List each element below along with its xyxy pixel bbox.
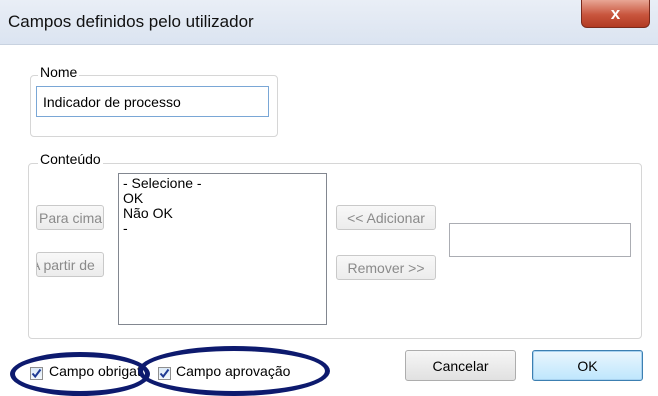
window-title: Campos definidos pelo utilizador xyxy=(8,12,254,31)
list-item[interactable]: - Selecione - xyxy=(123,176,322,191)
close-button[interactable]: x xyxy=(581,0,650,28)
cancel-button[interactable]: Cancelar xyxy=(405,350,516,381)
ok-button[interactable]: OK xyxy=(532,350,643,381)
content-legend: Conteúdo xyxy=(38,151,103,167)
remove-label: Remover >> xyxy=(347,259,425,276)
add-label: << Adicionar xyxy=(347,209,425,226)
cancel-label: Cancelar xyxy=(432,357,489,374)
remove-button[interactable]: Remover >> xyxy=(336,255,436,280)
list-item[interactable]: - xyxy=(123,221,322,236)
close-icon: x xyxy=(610,3,621,23)
move-up-label: Para cima xyxy=(39,209,103,226)
name-legend: Nome xyxy=(38,64,80,80)
ok-label: OK xyxy=(577,357,598,374)
list-item[interactable]: OK xyxy=(123,191,322,206)
move-up-button[interactable]: Para cima xyxy=(36,205,104,230)
highlight-ring xyxy=(138,346,330,396)
dialog-body: Nome Conteúdo Para cima A partir de - Se… xyxy=(0,45,658,396)
move-down-button[interactable]: A partir de xyxy=(36,252,104,277)
add-button[interactable]: << Adicionar xyxy=(336,205,436,230)
list-item[interactable]: Não OK xyxy=(123,206,322,221)
content-listbox[interactable]: - Selecione - OK Não OK - xyxy=(118,173,327,325)
move-down-label: A partir de xyxy=(36,256,95,273)
title-bar: Campos definidos pelo utilizador x xyxy=(0,0,658,45)
name-input[interactable] xyxy=(36,86,269,117)
highlight-ring xyxy=(10,352,150,396)
new-value-input[interactable] xyxy=(449,223,631,257)
